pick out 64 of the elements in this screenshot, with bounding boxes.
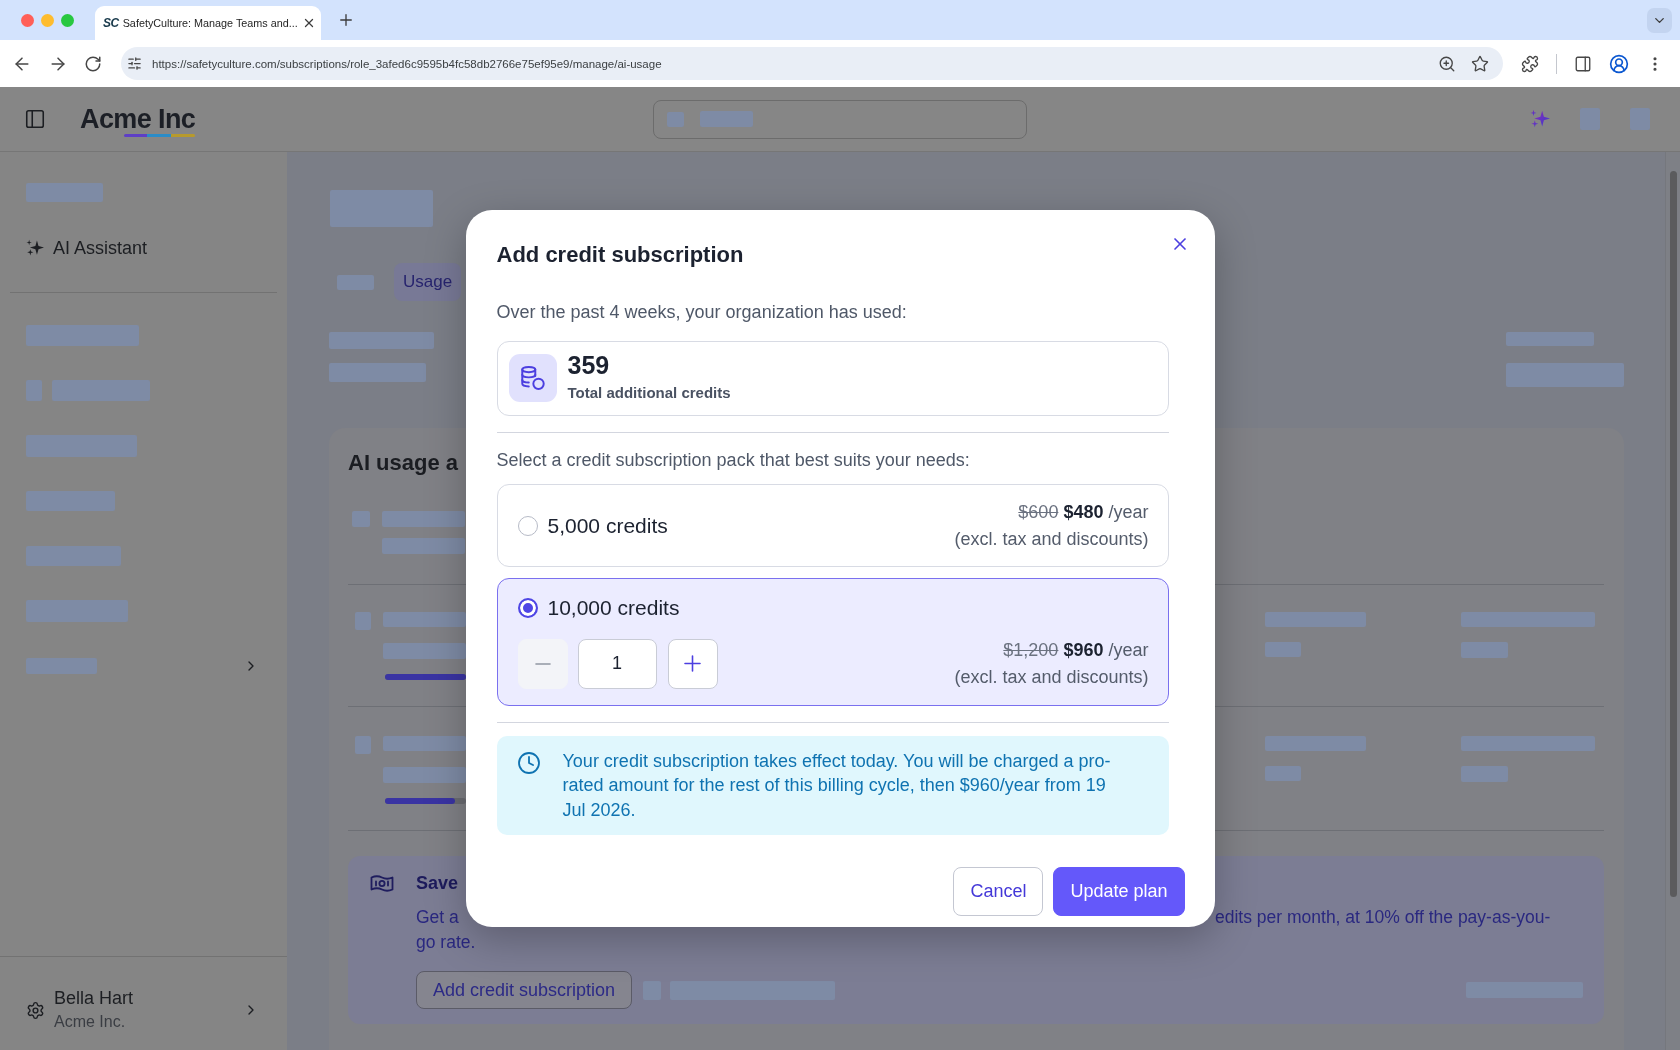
sparkle-icon — [1530, 109, 1550, 129]
price-note: (excl. tax and discounts) — [954, 527, 1149, 551]
card-title: AI usage a — [348, 449, 459, 477]
sidebar-item[interactable]: AI Assistant — [26, 236, 148, 260]
side-panel-icon[interactable] — [1574, 54, 1592, 73]
sidebar-toggle-icon[interactable] — [24, 108, 46, 130]
radio-button[interactable] — [517, 515, 538, 536]
pack-option[interactable]: 10,000 credits 1 $1,200 $960 /year (excl. tax and discounts) — [496, 577, 1169, 706]
search-field[interactable] — [653, 99, 1027, 139]
bookmark-star-icon[interactable] — [1471, 54, 1489, 73]
placeholder-bar — [26, 657, 97, 674]
placeholder-bar — [355, 736, 371, 754]
placeholder-bar — [1265, 766, 1301, 781]
quantity-field[interactable]: 1 — [577, 638, 657, 689]
placeholder-bar — [700, 111, 753, 127]
plus-icon — [684, 655, 701, 673]
placeholder-bar — [352, 511, 370, 527]
offer-text: go rate. — [416, 931, 476, 954]
radio-button[interactable] — [517, 597, 538, 618]
primary-button[interactable]: Update plan — [1053, 867, 1185, 917]
banknote-icon — [370, 874, 394, 893]
intro-text: Over the past 4 weeks, your organization has used: — [496, 300, 908, 324]
placeholder-bar — [1580, 108, 1600, 130]
tab-menu-button[interactable] — [1647, 7, 1672, 33]
user-organization: Acme Inc. — [54, 1012, 127, 1032]
price-text: $1,200 $960 /year — [1003, 638, 1149, 662]
pack-label: 5,000 credits — [547, 513, 668, 538]
placeholder-bar — [1265, 642, 1301, 657]
sparkle-icon — [26, 239, 44, 257]
placeholder-bar — [26, 380, 42, 401]
favicon-logo: SC — [103, 16, 119, 30]
reload-icon[interactable] — [84, 54, 102, 73]
placeholder-bar — [1461, 766, 1508, 782]
pack-option[interactable]: 5,000 credits $600 $480 /year (excl. tax and discounts) — [496, 483, 1169, 567]
credit-count: 359 — [567, 352, 611, 380]
settings-icon[interactable] — [26, 1000, 45, 1020]
credit-label: Total additional credits — [567, 383, 731, 404]
placeholder-bar — [1630, 108, 1650, 130]
clock-icon — [516, 750, 541, 775]
coins-icon — [508, 354, 557, 403]
placeholder-bar — [337, 274, 374, 290]
browser-tab[interactable]: SC SafetyCulture: Manage Teams and... — [95, 6, 321, 40]
offer-text: edits per month, at 10% off the pay-as-you- — [1215, 906, 1551, 929]
placeholder-bar — [667, 111, 684, 127]
logo: Acme Inc — [80, 102, 196, 136]
address-bar[interactable]: https://safetyculture.com/subscriptions/role_3afed6c9595b4fc58db2766e75ef95e9/manage/ai-usage — [121, 47, 1503, 80]
cancel-button[interactable]: Cancel — [953, 867, 1044, 917]
banner-title: Save — [416, 872, 459, 895]
placeholder-bar — [355, 612, 371, 630]
minus-icon — [534, 661, 551, 666]
extensions-icon[interactable] — [1521, 54, 1539, 73]
site-settings-icon[interactable] — [127, 56, 142, 71]
scrollbar-thumb[interactable] — [1669, 171, 1677, 897]
user-name: Bella Hart — [54, 987, 134, 1010]
profile-icon[interactable] — [1609, 53, 1629, 74]
dialog-title: Add credit subscription — [496, 240, 744, 269]
offer-text: Get a — [416, 906, 459, 929]
placeholder-bar — [1461, 642, 1508, 658]
price-note: (excl. tax and discounts) — [954, 665, 1149, 689]
notice-text: Your credit subscription takes effect today. You will be charged a pro-rated amount for the rest of this billing cycle, then $960/year from 19 Jul 2026. — [562, 749, 1112, 822]
zoom-icon[interactable] — [1438, 54, 1456, 73]
price-text: $600 $480 /year — [1018, 500, 1149, 524]
prompt-text: Select a credit subscription pack that best suits your needs: — [496, 448, 971, 472]
pack-label: 10,000 credits — [547, 595, 680, 620]
